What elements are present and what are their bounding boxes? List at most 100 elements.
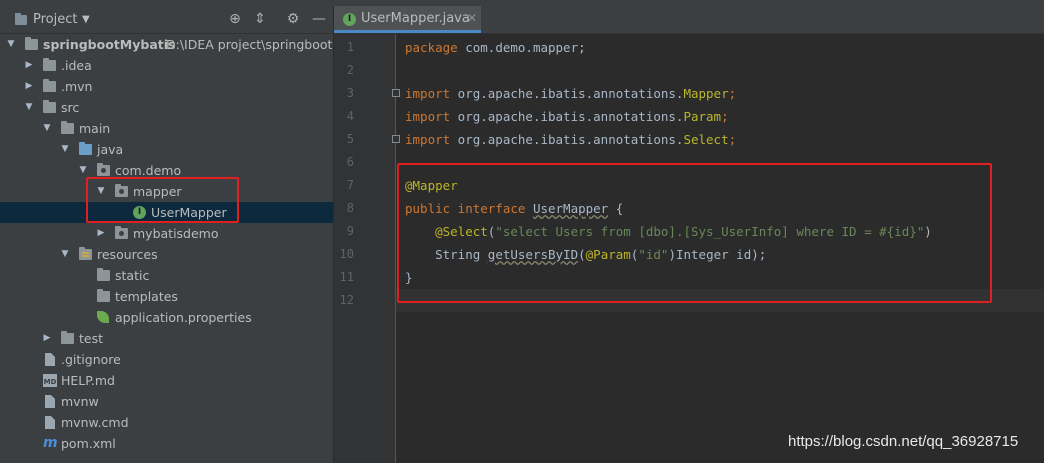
class-name: Param (683, 109, 722, 124)
tree-item-label: static (115, 268, 150, 283)
folder-icon (97, 289, 110, 302)
folder-icon (43, 58, 56, 71)
code-line-5[interactable]: import org.apache.ibatis.annotations.Sel… (405, 128, 736, 151)
tree-item-resources[interactable]: ▼ resources (0, 244, 333, 265)
tab-label: UserMapper.java (361, 11, 470, 26)
line-number: 1 (346, 40, 354, 54)
project-panel-header: Project ▼ ⊕ ⇕ ⚙ — (0, 6, 333, 34)
tree-item-mybatisdemo[interactable]: ▶ mybatisdemo (0, 223, 333, 244)
expand-arrow-icon[interactable]: ▼ (6, 34, 16, 55)
source-folder-icon (79, 142, 92, 155)
keyword: import (405, 132, 451, 147)
tree-item-label: .mvn (61, 79, 93, 94)
spring-leaf-icon (97, 311, 109, 323)
expand-arrow-icon[interactable]: ▶ (42, 328, 52, 349)
line-number: 9 (346, 224, 354, 238)
expand-arrow-icon[interactable]: ▶ (96, 223, 106, 244)
tree-item-label: mvnw.cmd (61, 415, 129, 430)
resources-folder-icon (79, 247, 92, 260)
tree-item-label: .idea (61, 58, 92, 73)
watermark: https://blog.csdn.net/qq_36928715 (788, 433, 1019, 450)
line-number: 11 (339, 270, 354, 284)
tree-item-label: application.properties (115, 310, 252, 325)
folder-icon (61, 331, 74, 344)
tree-item-label: main (79, 121, 111, 136)
tree-item-mvnw-cmd[interactable]: mvnw.cmd (0, 412, 333, 433)
tree-item-static[interactable]: static (0, 265, 333, 286)
tree-item-label: pom.xml (61, 436, 116, 451)
code-text: com.demo.mapper; (457, 40, 586, 55)
collapse-all-icon[interactable]: ⇕ (251, 10, 269, 28)
tree-item-main[interactable]: ▼ main (0, 118, 333, 139)
line-number: 6 (346, 155, 354, 169)
tree-item-label: HELP.md (61, 373, 115, 388)
locate-icon[interactable]: ⊕ (226, 10, 244, 28)
package-icon (115, 226, 128, 239)
tree-item-label: src (61, 100, 80, 115)
folder-icon (43, 79, 56, 92)
hide-panel-icon[interactable]: — (310, 10, 328, 28)
tree-item-help-md[interactable]: MD HELP.md (0, 370, 333, 391)
tree-item-gitignore[interactable]: .gitignore (0, 349, 333, 370)
tree-item-templates[interactable]: templates (0, 286, 333, 307)
tree-item-label: .gitignore (61, 352, 121, 367)
file-icon (45, 416, 55, 429)
folder-icon (61, 121, 74, 134)
package-icon (97, 163, 110, 176)
tree-item-label: java (97, 142, 124, 157)
class-name: Mapper (683, 86, 729, 101)
gear-icon[interactable]: ⚙ (284, 10, 302, 28)
tree-item-label: mybatisdemo (133, 226, 219, 241)
expand-arrow-icon[interactable]: ▼ (60, 139, 70, 160)
interface-icon: I (343, 13, 356, 26)
keyword: import (405, 109, 451, 124)
highlight-box-code (397, 163, 992, 303)
tree-item-pom-xml[interactable]: m pom.xml (0, 433, 333, 454)
line-number: 8 (346, 201, 354, 215)
tree-item-src[interactable]: ▼ src (0, 97, 333, 118)
line-number-gutter: 1 2 3 4 5 6 7 8 9 10 11 12 (334, 34, 400, 463)
project-panel: Project ▼ ⊕ ⇕ ⚙ — ▼ springbootMybatis D:… (0, 6, 334, 463)
line-number: 3 (346, 86, 354, 100)
maven-icon: m (43, 435, 58, 451)
project-view-selector[interactable]: Project (33, 12, 77, 27)
tree-item-label: resources (97, 247, 158, 262)
tree-item-idea[interactable]: ▶ .idea (0, 55, 333, 76)
code-line-1[interactable]: package com.demo.mapper; (405, 36, 586, 59)
expand-arrow-icon[interactable]: ▼ (42, 118, 52, 139)
expand-arrow-icon[interactable]: ▼ (60, 244, 70, 265)
close-icon[interactable]: ✕ (467, 11, 477, 25)
tree-item-project-root[interactable]: ▼ springbootMybatis D:\IDEA project\spri… (0, 34, 333, 55)
tree-item-mvn[interactable]: ▶ .mvn (0, 76, 333, 97)
tree-item-label: test (79, 331, 104, 346)
tree-item-label: templates (115, 289, 178, 304)
highlight-box-tree (86, 177, 239, 223)
file-icon (45, 353, 55, 366)
file-icon (45, 395, 55, 408)
keyword: import (405, 86, 451, 101)
markdown-icon: MD (43, 374, 57, 387)
expand-arrow-icon[interactable]: ▼ (24, 97, 34, 118)
code-line-4[interactable]: import org.apache.ibatis.annotations.Par… (405, 105, 729, 128)
tree-item-mvnw[interactable]: mvnw (0, 391, 333, 412)
tree-item-label: springbootMybatis (43, 37, 176, 52)
line-number: 12 (339, 293, 354, 307)
expand-arrow-icon[interactable]: ▶ (24, 76, 34, 97)
line-number: 7 (346, 178, 354, 192)
tree-item-application-properties[interactable]: application.properties (0, 307, 333, 328)
line-number: 4 (346, 109, 354, 123)
class-name: Select (683, 132, 729, 147)
keyword: package (405, 40, 458, 55)
project-view-icon (15, 13, 27, 25)
chevron-down-icon[interactable]: ▼ (82, 14, 90, 25)
project-path: D:\IDEA project\springbootM (166, 37, 334, 52)
code-line-3[interactable]: import org.apache.ibatis.annotations.Map… (405, 82, 736, 105)
line-number: 10 (339, 247, 354, 261)
expand-arrow-icon[interactable]: ▶ (24, 55, 34, 76)
code-text: org.apache.ibatis.annotations. (450, 86, 684, 101)
code-text: org.apache.ibatis.annotations. (450, 109, 684, 124)
tab-usermapper-java[interactable]: I UserMapper.java ✕ (334, 6, 481, 33)
tree-item-test[interactable]: ▶ test (0, 328, 333, 349)
tree-item-java[interactable]: ▼ java (0, 139, 333, 160)
line-number: 5 (346, 132, 354, 146)
